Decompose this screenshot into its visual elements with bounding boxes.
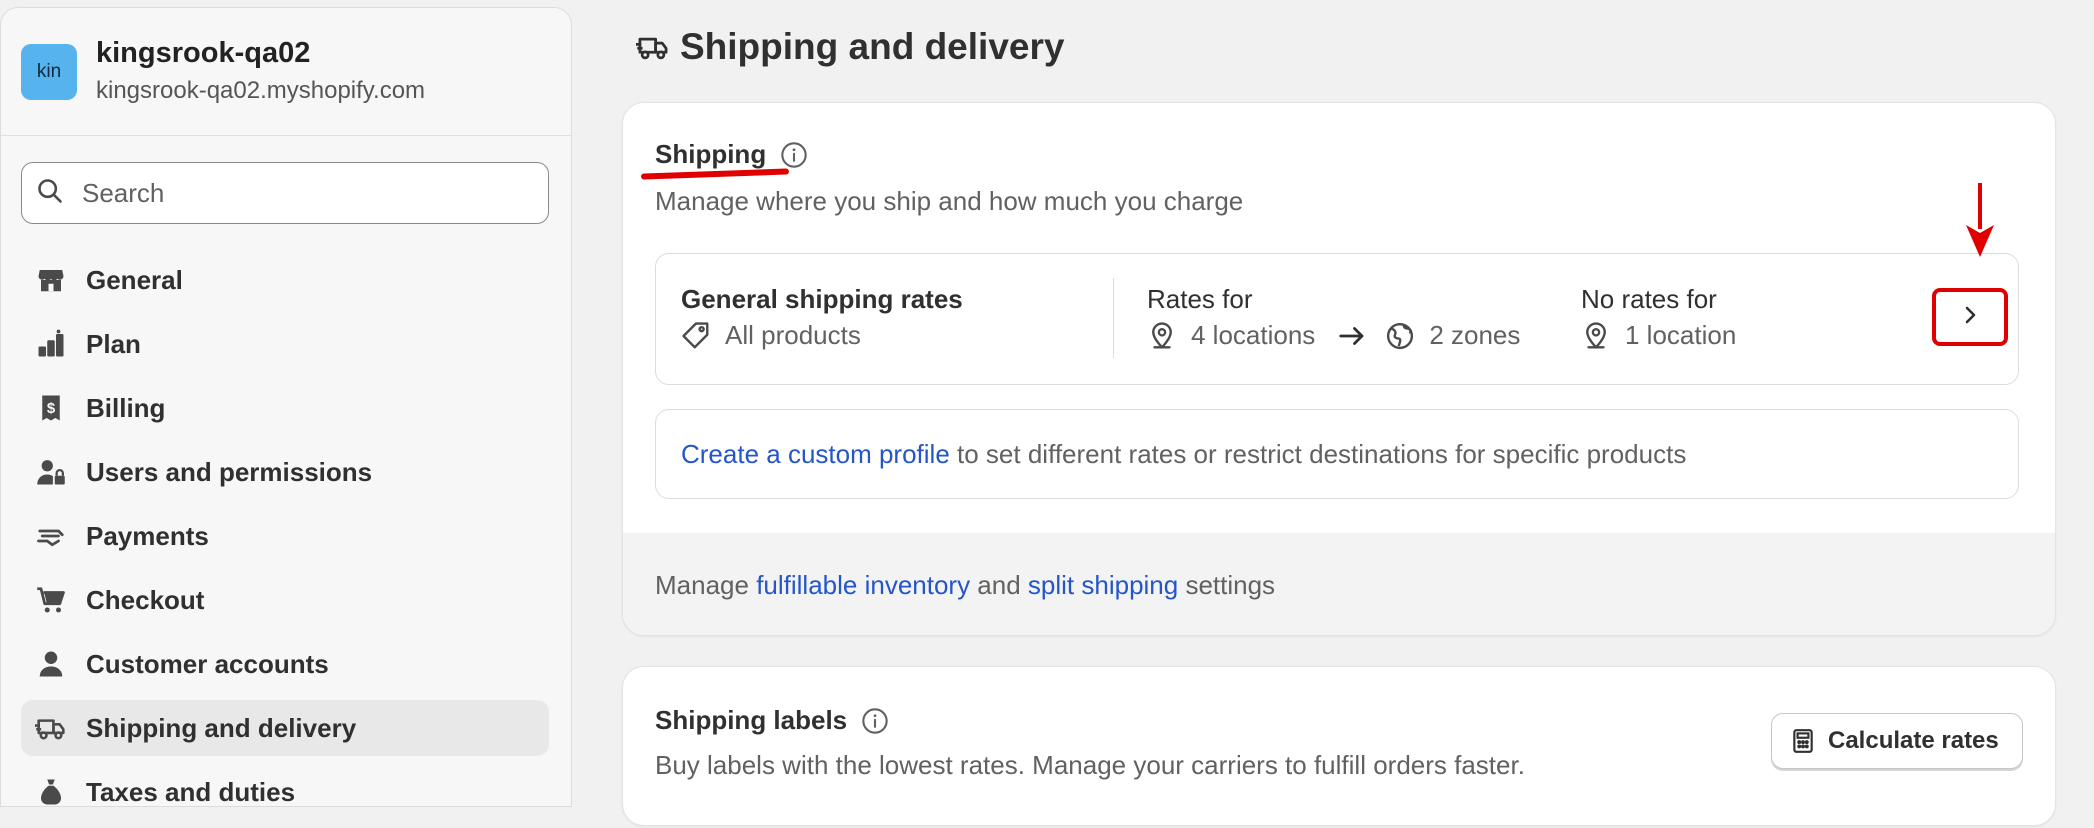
no-rates-count: 1 location bbox=[1625, 320, 1737, 350]
plan-icon bbox=[33, 326, 69, 362]
custom-profile-row: Create a custom profile to set different… bbox=[655, 409, 2019, 499]
location-pin-icon bbox=[1581, 321, 1611, 351]
shipping-labels-card: Shipping labels Buy labels with the lowe… bbox=[622, 666, 2056, 826]
shipping-card-footer: Manage fulfillable inventory and split s… bbox=[623, 533, 2055, 635]
page-title: Shipping and delivery bbox=[636, 26, 1064, 68]
shipping-title: Shipping bbox=[655, 139, 767, 169]
fulfillable-inventory-link[interactable]: fulfillable inventory bbox=[756, 570, 970, 601]
sidebar-item-plan[interactable]: Plan bbox=[21, 316, 549, 372]
chevron-right-icon bbox=[1958, 303, 1982, 332]
info-icon[interactable] bbox=[861, 707, 889, 735]
sidebar-item-label: Checkout bbox=[86, 584, 205, 615]
globe-icon bbox=[1385, 321, 1415, 351]
page-title-text: Shipping and delivery bbox=[680, 26, 1065, 67]
sidebar-item-users[interactable]: Users and permissions bbox=[21, 444, 549, 500]
store-header[interactable]: kin kingsrook-qa02 kingsrook-qa02.myshop… bbox=[1, 8, 571, 136]
store-icon bbox=[33, 262, 69, 298]
shipping-card: Shipping Manage where you ship and how m… bbox=[622, 102, 2056, 636]
search-box[interactable] bbox=[21, 162, 549, 224]
person-icon bbox=[33, 646, 69, 682]
no-rates-label: No rates for bbox=[1581, 284, 1717, 314]
truck-icon bbox=[636, 31, 670, 63]
cart-icon bbox=[33, 582, 69, 618]
rates-for-label: Rates for bbox=[1147, 284, 1253, 314]
sidebar-item-label: Billing bbox=[86, 392, 166, 423]
split-shipping-link[interactable]: split shipping bbox=[1028, 570, 1178, 601]
info-icon[interactable] bbox=[780, 141, 808, 169]
store-name: kingsrook-qa02 bbox=[96, 36, 311, 69]
annotation-arrow bbox=[1966, 183, 1994, 257]
search-icon bbox=[36, 177, 64, 210]
search-input[interactable] bbox=[80, 176, 524, 210]
zones-count: 2 zones bbox=[1429, 320, 1521, 350]
sidebar-item-label: General bbox=[86, 264, 183, 295]
calculate-rates-button[interactable]: Calculate rates bbox=[1771, 713, 2023, 769]
sidebar-item-label: Payments bbox=[86, 520, 209, 551]
sidebar-item-checkout[interactable]: Checkout bbox=[21, 572, 549, 628]
create-custom-profile-link[interactable]: Create a custom profile bbox=[681, 439, 950, 470]
general-shipping-rates-row[interactable]: General shipping rates All products Rate… bbox=[655, 253, 2019, 385]
calculate-rates-label: Calculate rates bbox=[1828, 727, 1999, 754]
sidebar-item-label: Customer accounts bbox=[86, 648, 329, 679]
sidebar-item-label: Plan bbox=[86, 328, 141, 359]
sidebar-item-general[interactable]: General bbox=[21, 252, 549, 308]
store-domain: kingsrook-qa02.myshopify.com bbox=[96, 76, 426, 104]
products-label: All products bbox=[725, 320, 861, 350]
location-pin-icon bbox=[1147, 321, 1177, 351]
tag-icon bbox=[681, 321, 711, 351]
footer-prefix: Manage bbox=[655, 569, 757, 600]
settings-nav: General Plan $ Billing Users and permiss… bbox=[21, 252, 549, 828]
sidebar-item-label: Shipping and delivery bbox=[86, 712, 357, 743]
svg-text:$: $ bbox=[47, 400, 56, 417]
truck-icon bbox=[33, 710, 69, 746]
taxes-icon bbox=[33, 774, 69, 810]
labels-subtitle: Buy labels with the lowest rates. Manage… bbox=[655, 750, 1525, 780]
rates-for-summary: 4 locations 2 zones bbox=[1147, 320, 1520, 351]
users-icon bbox=[33, 454, 69, 490]
payments-icon bbox=[33, 518, 69, 554]
footer-suffix: settings bbox=[1178, 569, 1276, 600]
no-rates-summary: 1 location bbox=[1581, 320, 1736, 351]
custom-profile-text: to set different rates or restrict desti… bbox=[949, 438, 1687, 469]
labels-title: Shipping labels bbox=[655, 705, 848, 735]
sidebar-item-customer-accounts[interactable]: Customer accounts bbox=[21, 636, 549, 692]
open-general-rates-button[interactable] bbox=[1932, 288, 2008, 346]
sidebar-item-label: Taxes and duties bbox=[86, 776, 296, 807]
annotation-underline bbox=[640, 168, 790, 180]
arrow-right-icon bbox=[1337, 321, 1367, 351]
shipping-section-title: Shipping bbox=[655, 139, 808, 170]
sidebar-item-taxes[interactable]: Taxes and duties bbox=[21, 764, 549, 820]
labels-section-title: Shipping labels bbox=[655, 705, 889, 736]
shipping-subtitle: Manage where you ship and how much you c… bbox=[655, 186, 1244, 216]
store-avatar: kin bbox=[21, 43, 77, 100]
calculator-icon bbox=[1790, 728, 1816, 754]
sidebar-item-label: Users and permissions bbox=[86, 456, 373, 487]
billing-icon: $ bbox=[33, 390, 69, 426]
sidebar-item-payments[interactable]: Payments bbox=[21, 508, 549, 564]
sidebar-item-billing[interactable]: $ Billing bbox=[21, 380, 549, 436]
sidebar-item-shipping[interactable]: Shipping and delivery bbox=[21, 700, 549, 756]
footer-middle: and bbox=[970, 569, 1028, 600]
divider bbox=[1113, 278, 1114, 358]
general-rates-title: General shipping rates bbox=[681, 284, 963, 314]
locations-count: 4 locations bbox=[1191, 320, 1316, 350]
products-scope: All products bbox=[681, 320, 861, 351]
settings-sidebar: kin kingsrook-qa02 kingsrook-qa02.myshop… bbox=[0, 7, 572, 807]
